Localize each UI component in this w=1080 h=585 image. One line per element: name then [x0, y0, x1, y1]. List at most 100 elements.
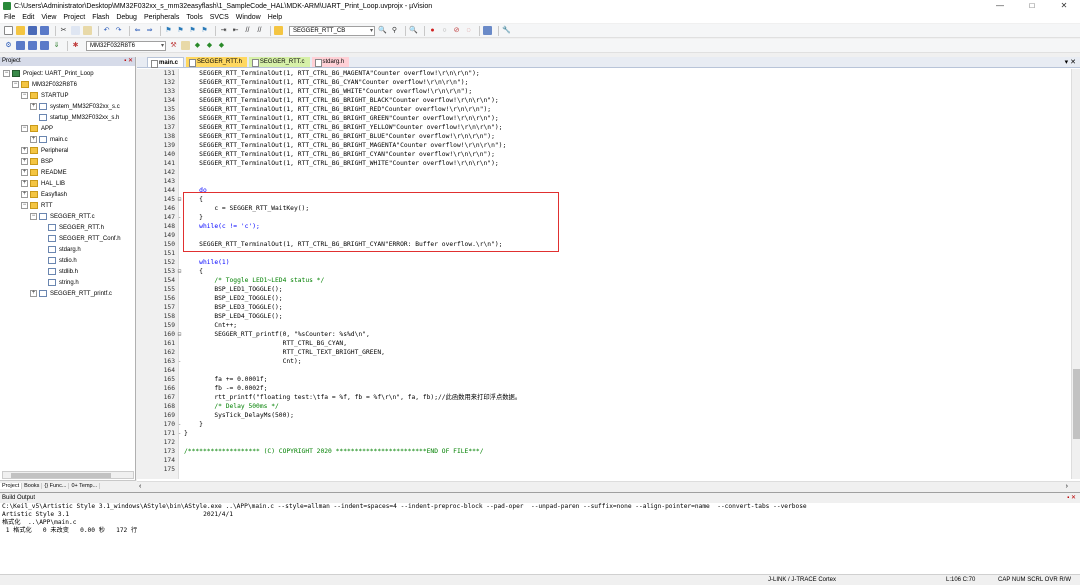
menu-file[interactable]: File — [4, 14, 15, 21]
fold-marker-icon[interactable]: - — [176, 213, 183, 222]
incremental-find-icon[interactable]: ⚲ — [390, 26, 399, 35]
code-line[interactable]: 169 SysTick_DelayMs(500); — [137, 411, 1071, 420]
next-bookmark-icon[interactable]: ⚑ — [188, 26, 197, 35]
collapse-icon[interactable]: − — [21, 125, 28, 132]
editor-hscrollbar[interactable]: ‹ › — [137, 481, 1080, 491]
menu-window[interactable]: Window — [236, 14, 261, 21]
tab-templates[interactable]: 0+ Temp... — [69, 483, 101, 489]
tree-node[interactable]: stdarg.h — [48, 244, 81, 255]
tree-node[interactable]: stdlib.h — [48, 266, 78, 277]
tree-node[interactable]: + Easyflash — [21, 189, 67, 200]
tree-node[interactable]: + BSP — [21, 156, 53, 167]
tree-node[interactable]: startup_MM32F032xx_s.h — [39, 112, 119, 123]
code-line[interactable]: 136 SEGGER_RTT_TerminalOut(1, RTT_CTRL_B… — [137, 114, 1071, 123]
tab-segger-rtt-h[interactable]: SEGGER_RTT.h — [186, 57, 247, 67]
code-line[interactable]: 156 BSP_LED2_TOGGLE(); — [137, 294, 1071, 303]
tree-node[interactable]: + main.c — [30, 134, 68, 145]
tree-node[interactable]: + HAL_LIB — [21, 178, 65, 189]
code-line[interactable]: 158 BSP_LED4_TOGGLE(); — [137, 312, 1071, 321]
tab-segger-rtt-c[interactable]: SEGGER_RTT.c — [248, 57, 310, 67]
paste-icon[interactable] — [83, 26, 92, 35]
code-line[interactable]: 166 fb -= 0.0002f; — [137, 384, 1071, 393]
code-line[interactable]: 142 — [137, 168, 1071, 177]
menu-project[interactable]: Project — [63, 14, 85, 21]
target-select[interactable]: MM32F032R8T6 — [86, 40, 166, 51]
save-all-icon[interactable] — [40, 26, 49, 35]
code-line[interactable]: 131 SEGGER_RTT_TerminalOut(1, RTT_CTRL_B… — [137, 69, 1071, 78]
find-icon[interactable]: 🔍 — [378, 26, 387, 35]
clear-bookmarks-icon[interactable]: ⚑ — [200, 26, 209, 35]
nav-back-icon[interactable]: ⇐ — [133, 26, 142, 35]
rebuild-icon[interactable] — [28, 41, 37, 50]
code-area[interactable]: 131 SEGGER_RTT_TerminalOut(1, RTT_CTRL_B… — [137, 69, 1071, 479]
code-line[interactable]: 151 — [137, 249, 1071, 258]
configure-icon[interactable]: 🔧 — [502, 26, 511, 35]
code-line[interactable]: 137 SEGGER_RTT_TerminalOut(1, RTT_CTRL_B… — [137, 123, 1071, 132]
rte-icon[interactable]: ◆ — [217, 41, 226, 50]
tree-node[interactable]: + system_MM32F032xx_s.c — [30, 101, 120, 112]
comment-icon[interactable]: // — [243, 26, 252, 35]
disable-all-breakpoints-icon[interactable]: ◌ — [464, 26, 473, 35]
menu-flash[interactable]: Flash — [92, 14, 109, 21]
collapse-icon[interactable]: − — [3, 70, 10, 77]
tree-node[interactable]: − RTT — [21, 200, 53, 211]
code-line[interactable]: 159 Cnt++; — [137, 321, 1071, 330]
menu-peripherals[interactable]: Peripherals — [144, 14, 179, 21]
tree-node[interactable]: − APP — [21, 123, 53, 134]
tab-main-c[interactable]: main.c — [147, 57, 185, 68]
target-options-icon[interactable]: ✱ — [71, 41, 80, 50]
disable-breakpoint-icon[interactable]: ○ — [440, 26, 449, 35]
tree-node[interactable]: − STARTUP — [21, 90, 68, 101]
collapse-icon[interactable]: − — [21, 92, 28, 99]
scroll-right-icon[interactable]: › — [1066, 482, 1068, 491]
project-hscrollbar[interactable] — [2, 471, 134, 479]
menu-debug[interactable]: Debug — [116, 14, 137, 21]
redo-icon[interactable]: ↷ — [114, 26, 123, 35]
tree-node[interactable]: SEGGER_RTT_Conf.h — [48, 233, 121, 244]
build-output-close-icon[interactable]: ▪ ✕ — [1067, 493, 1076, 503]
menu-help[interactable]: Help — [268, 14, 282, 21]
copy-icon[interactable] — [71, 26, 80, 35]
expand-icon[interactable]: + — [21, 180, 28, 187]
tree-node[interactable]: − MM32F032R8T6 — [12, 79, 77, 90]
find-in-files-icon[interactable] — [274, 26, 283, 35]
code-line[interactable]: 145 ⊟ { — [137, 195, 1071, 204]
tree-node[interactable]: − SEGGER_RTT.c — [30, 211, 95, 222]
bookmark-icon[interactable]: ⚑ — [164, 26, 173, 35]
code-line[interactable]: 134 SEGGER_RTT_TerminalOut(1, RTT_CTRL_B… — [137, 96, 1071, 105]
code-line[interactable]: 143 — [137, 177, 1071, 186]
editor-close-icon[interactable]: ▾ ✕ — [1065, 57, 1076, 68]
code-line[interactable]: 146 c = SEGGER_RTT_WaitKey(); — [137, 204, 1071, 213]
close-button[interactable]: ✕ — [1048, 0, 1080, 12]
code-line[interactable]: 153 ⊟ { — [137, 267, 1071, 276]
code-line[interactable]: 165 fa += 0.0001f; — [137, 375, 1071, 384]
code-line[interactable]: 132 SEGGER_RTT_TerminalOut(1, RTT_CTRL_B… — [137, 78, 1071, 87]
code-line[interactable]: 152 while(1) — [137, 258, 1071, 267]
code-line[interactable]: 174 — [137, 456, 1071, 465]
scroll-left-icon[interactable]: ‹ — [139, 482, 141, 491]
tree-node[interactable]: stdio.h — [48, 255, 77, 266]
expand-icon[interactable]: + — [21, 147, 28, 154]
code-line[interactable]: 173 /******************* (C) COPYRIGHT 20… — [137, 447, 1071, 456]
uncomment-icon[interactable]: // — [255, 26, 264, 35]
download-icon[interactable]: ⇓ — [52, 41, 61, 50]
code-line[interactable]: 168 /* Delay 500ms */ — [137, 402, 1071, 411]
code-line[interactable]: 135 SEGGER_RTT_TerminalOut(1, RTT_CTRL_B… — [137, 105, 1071, 114]
code-line[interactable]: 164 — [137, 366, 1071, 375]
code-line[interactable]: 133 SEGGER_RTT_TerminalOut(1, RTT_CTRL_B… — [137, 87, 1071, 96]
window-layout-icon[interactable] — [483, 26, 492, 35]
maximize-button[interactable]: □ — [1016, 0, 1048, 12]
options-for-target-icon[interactable]: ⚒ — [169, 41, 178, 50]
code-line[interactable]: 154 /* Toggle LED1~LED4 status */ — [137, 276, 1071, 285]
code-line[interactable]: 161 RTT_CTRL_BG_CYAN, — [137, 339, 1071, 348]
fold-marker-icon[interactable]: ⊟ — [176, 330, 183, 339]
tree-node[interactable]: SEGGER_RTT.h — [48, 222, 104, 233]
code-line[interactable]: 148 while(c != 'c'); — [137, 222, 1071, 231]
breakpoint-icon[interactable]: ● — [428, 26, 437, 35]
expand-icon[interactable]: + — [30, 290, 37, 297]
code-line[interactable]: 139 SEGGER_RTT_TerminalOut(1, RTT_CTRL_B… — [137, 141, 1071, 150]
code-line[interactable]: 150 SEGGER_RTT_TerminalOut(1, RTT_CTRL_B… — [137, 240, 1071, 249]
expand-icon[interactable]: + — [21, 191, 28, 198]
collapse-icon[interactable]: − — [21, 202, 28, 209]
code-line[interactable]: 155 BSP_LED1_TOGGLE(); — [137, 285, 1071, 294]
